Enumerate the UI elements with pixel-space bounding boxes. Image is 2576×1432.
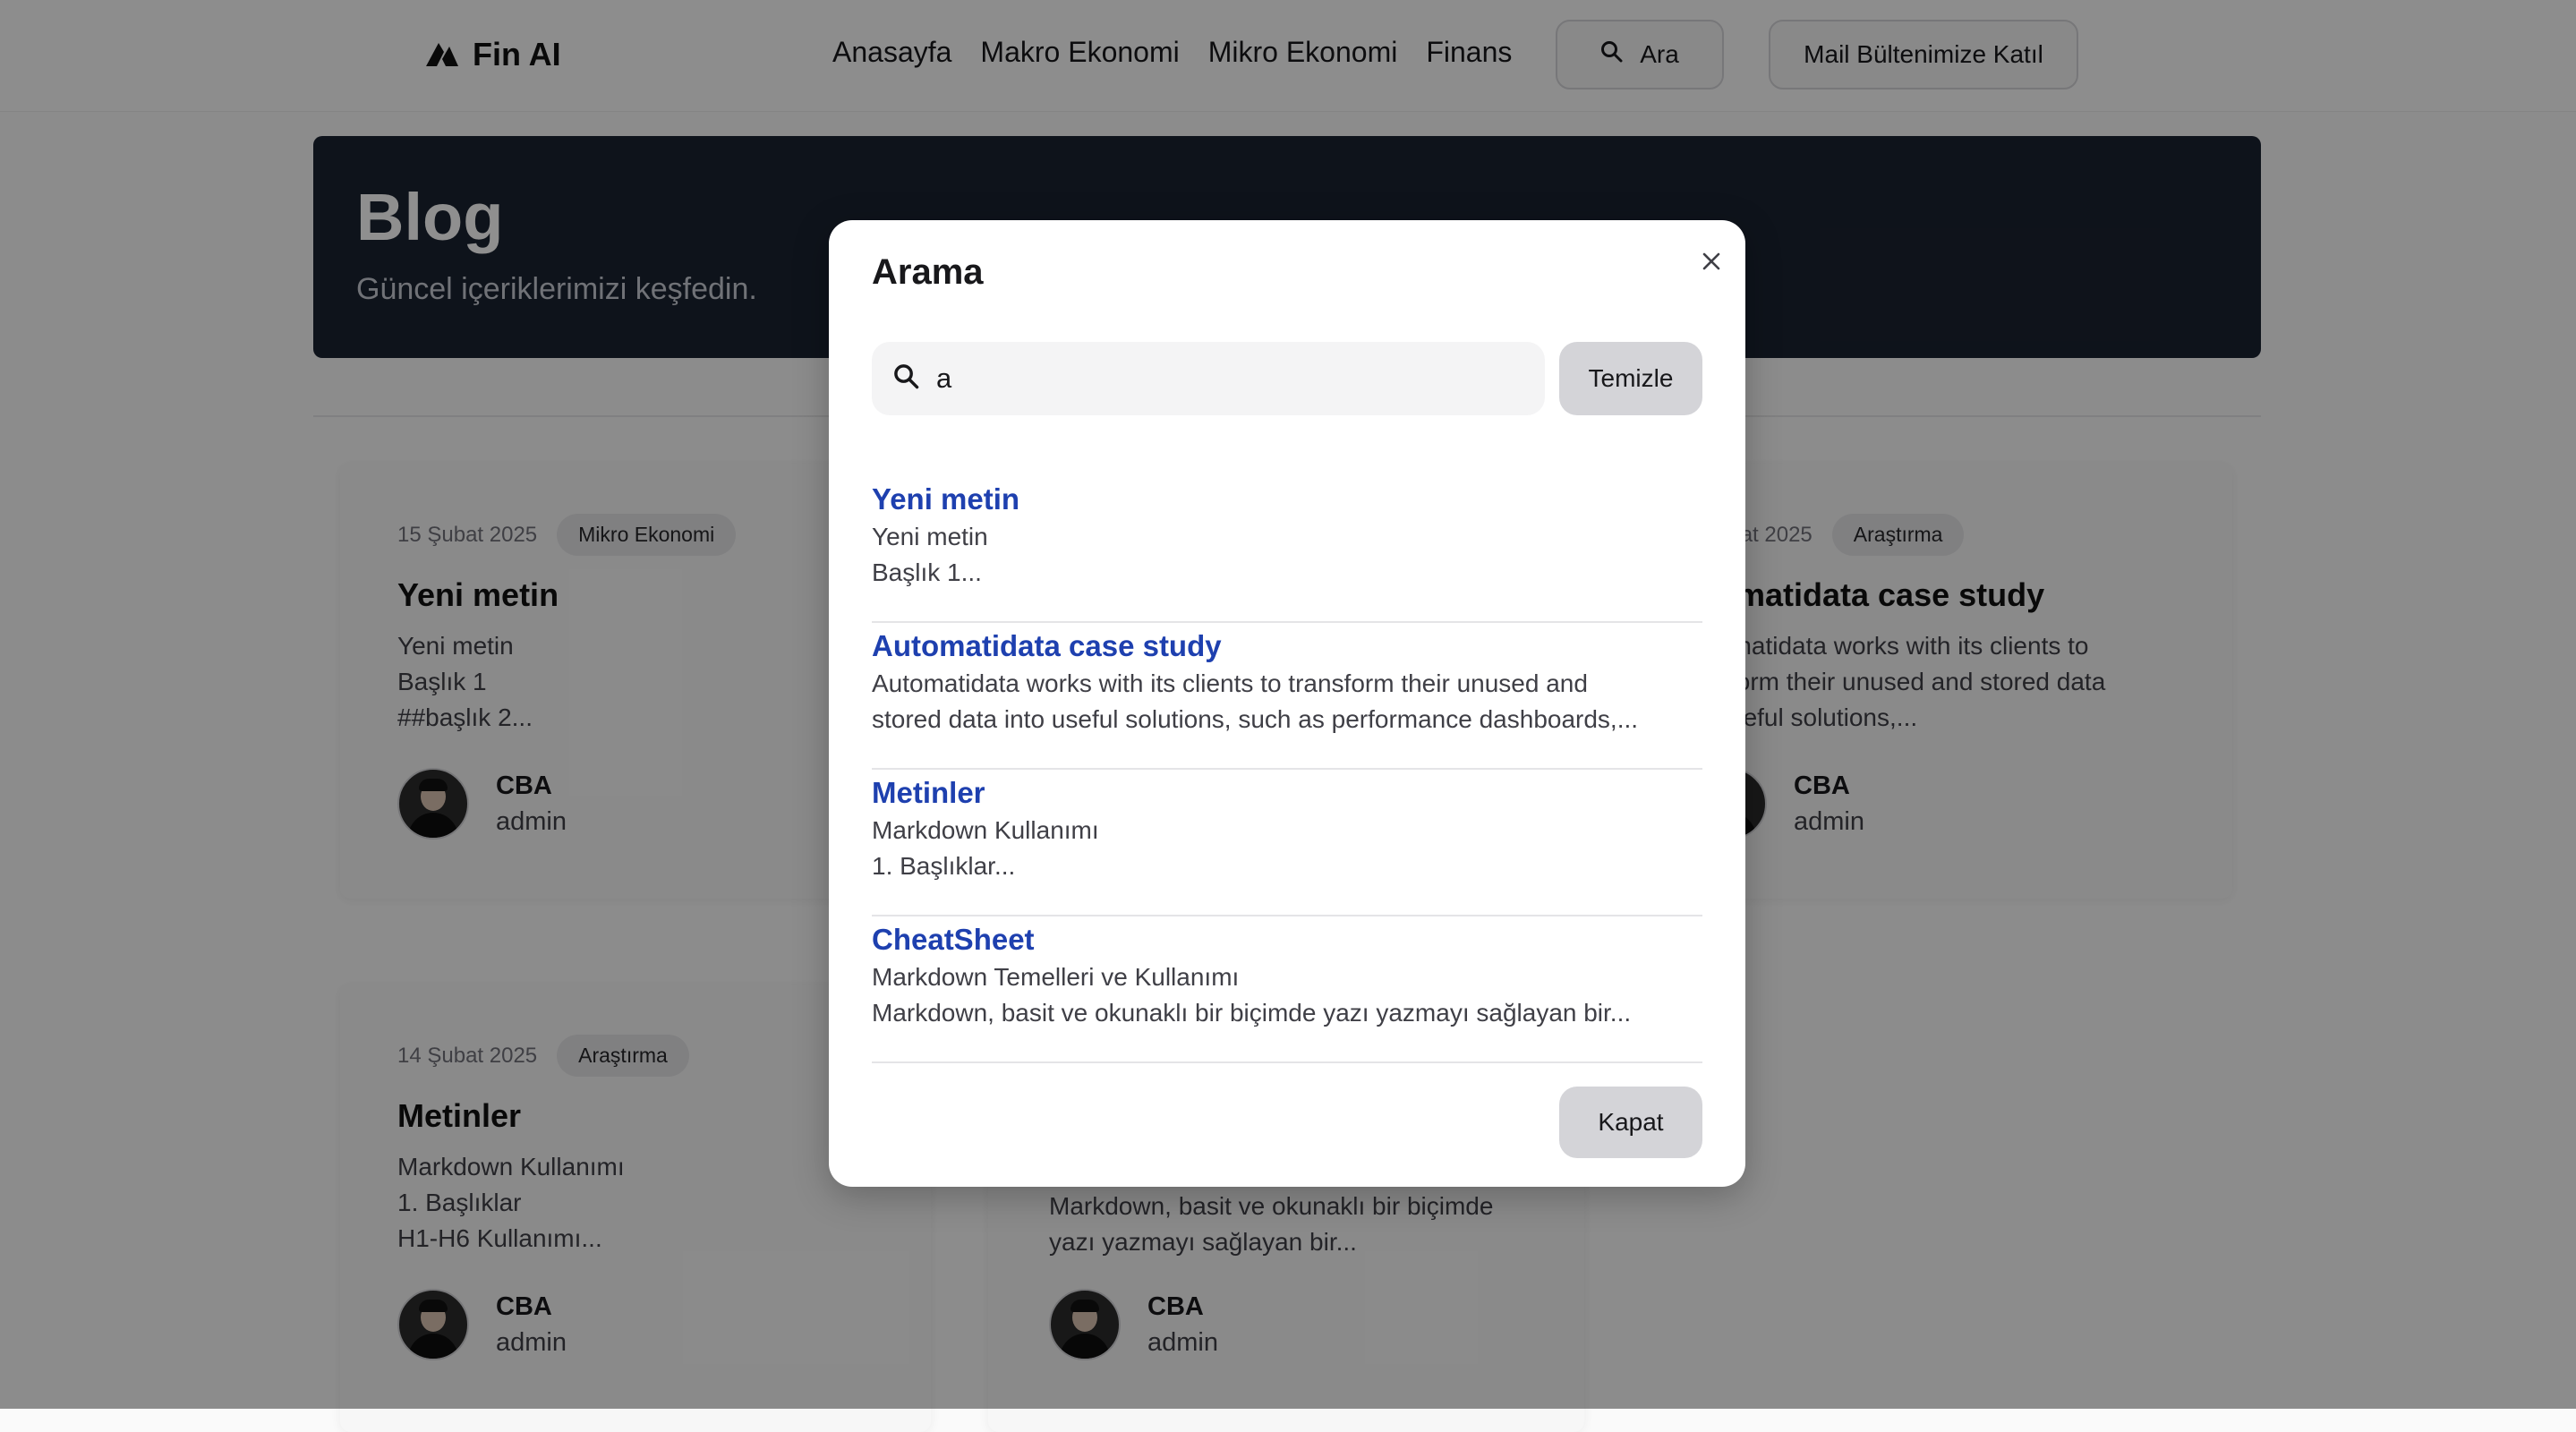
clear-button[interactable]: Temizle: [1559, 342, 1702, 415]
result-excerpt: Automatidata works with its clients to t…: [872, 669, 1588, 697]
close-icon[interactable]: [1692, 242, 1731, 281]
result-title[interactable]: Yeni metin: [872, 480, 1702, 519]
result-excerpt: Markdown Temelleri ve Kullanımı: [872, 963, 1240, 991]
result-title[interactable]: Automatidata case study: [872, 626, 1702, 666]
result-title[interactable]: Metinler: [872, 773, 1702, 813]
result-excerpt: 1. Başlıklar...: [872, 852, 1016, 880]
dialog-title: Arama: [872, 252, 984, 292]
search-input[interactable]: [934, 362, 1511, 396]
list-item[interactable]: Metinler Markdown Kullanımı 1. Başlıklar…: [872, 773, 1702, 916]
search-results: Yeni metin Yeni metin Başlık 1... Automa…: [872, 480, 1702, 1063]
result-excerpt: Yeni metin: [872, 523, 988, 550]
search-field[interactable]: [872, 342, 1545, 415]
close-button[interactable]: Kapat: [1559, 1087, 1702, 1158]
result-excerpt: Başlık 1...: [872, 558, 982, 586]
search-icon: [893, 363, 920, 395]
result-excerpt: stored data into useful solutions, such …: [872, 705, 1639, 733]
result-title[interactable]: CheatSheet: [872, 920, 1702, 959]
result-excerpt: Markdown, basit ve okunaklı bir biçimde …: [872, 999, 1632, 1027]
list-item[interactable]: Yeni metin Yeni metin Başlık 1...: [872, 480, 1702, 623]
list-item[interactable]: CheatSheet Markdown Temelleri ve Kullanı…: [872, 920, 1702, 1063]
search-dialog: Arama Temizle Yeni metin Yeni metin Başl…: [829, 220, 1745, 1187]
list-item[interactable]: Automatidata case study Automatidata wor…: [872, 626, 1702, 770]
result-excerpt: Markdown Kullanımı: [872, 816, 1099, 844]
